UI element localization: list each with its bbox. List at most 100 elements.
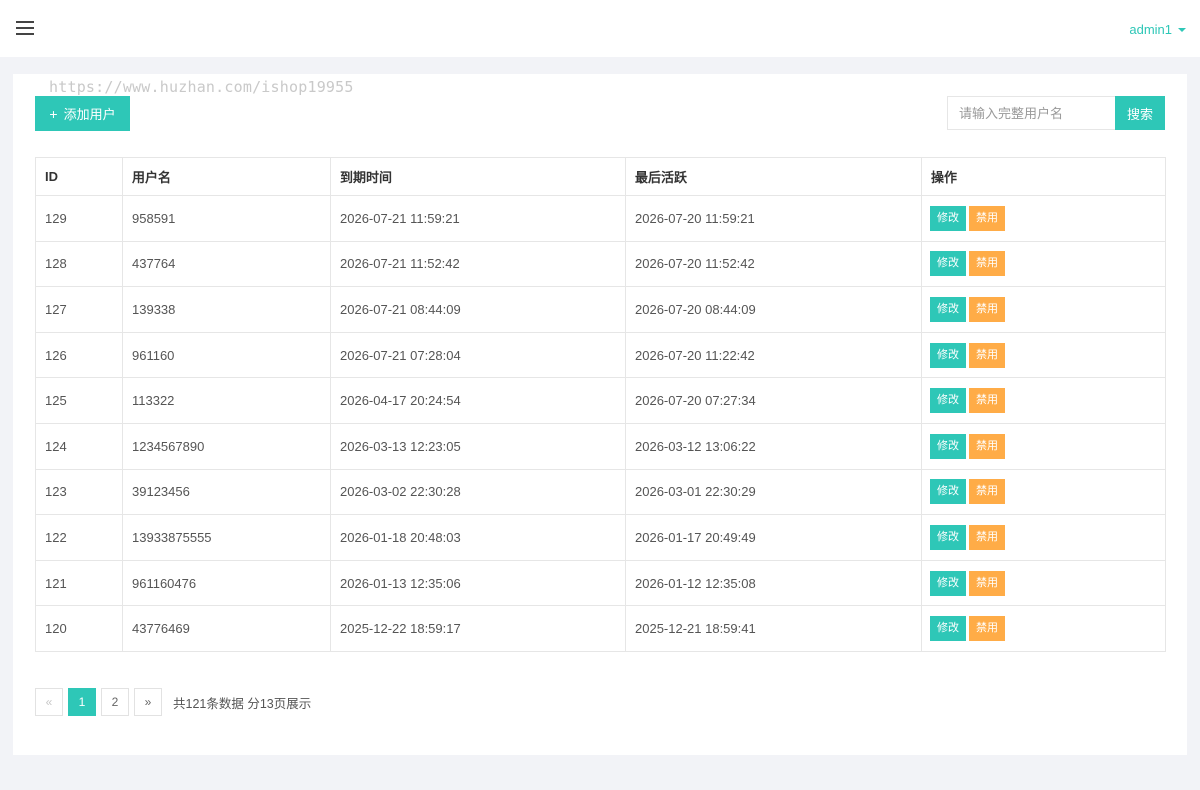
disable-button[interactable]: 禁用: [969, 570, 1005, 596]
cell-expire-time: 2026-03-13 12:23:05: [330, 422, 626, 470]
disable-button[interactable]: 禁用: [969, 479, 1005, 505]
table-row: 127 139338 2026-07-21 08:44:09 2026-07-2…: [35, 286, 1166, 333]
cell-username: 1234567890: [122, 422, 331, 470]
disable-button[interactable]: 禁用: [969, 616, 1005, 642]
table-row: 129 958591 2026-07-21 11:59:21 2026-07-2…: [35, 195, 1166, 242]
cell-username: 13933875555: [122, 514, 331, 561]
cell-expire-time: 2026-07-21 11:59:21: [330, 195, 626, 242]
top-bar: admin1: [0, 0, 1200, 57]
page-button-2[interactable]: 2: [101, 688, 129, 716]
disable-button[interactable]: 禁用: [969, 342, 1005, 368]
username-label: admin1: [1129, 22, 1172, 37]
edit-button[interactable]: 修改: [930, 342, 966, 368]
edit-button[interactable]: 修改: [930, 524, 966, 550]
cell-actions: 修改 禁用: [921, 605, 1166, 652]
cell-expire-time: 2025-12-22 18:59:17: [330, 605, 626, 652]
cell-actions: 修改 禁用: [921, 468, 1166, 516]
next-page-button[interactable]: »: [134, 688, 162, 716]
disable-button[interactable]: 禁用: [969, 433, 1005, 459]
column-header-id: ID: [35, 157, 123, 196]
add-user-label: 添加用户: [63, 107, 116, 122]
username-search-input[interactable]: [947, 96, 1115, 130]
page-button-1[interactable]: 1: [68, 688, 96, 716]
cell-id: 120: [35, 605, 123, 652]
cell-actions: 修改 禁用: [921, 377, 1166, 424]
cell-id: 128: [35, 240, 123, 288]
table-row: 120 43776469 2025-12-22 18:59:17 2025-12…: [35, 605, 1166, 652]
table-row: 121 961160476 2026-01-13 12:35:06 2026-0…: [35, 559, 1166, 607]
cell-last-active: 2026-01-17 20:49:49: [625, 514, 922, 561]
cell-expire-time: 2026-07-21 07:28:04: [330, 331, 626, 379]
cell-last-active: 2026-03-12 13:06:22: [625, 422, 922, 470]
cell-actions: 修改 禁用: [921, 514, 1166, 561]
cell-expire-time: 2026-03-02 22:30:28: [330, 468, 626, 516]
table-row: 126 961160 2026-07-21 07:28:04 2026-07-2…: [35, 331, 1166, 379]
column-header-expire-time: 到期时间: [330, 157, 626, 196]
pagination: « 1 2 » 共121条数据 分13页展示: [35, 688, 311, 716]
cell-username: 961160: [122, 331, 331, 379]
column-header-username: 用户名: [122, 157, 331, 196]
caret-down-icon: [1178, 27, 1186, 32]
table-row: 122 13933875555 2026-01-18 20:48:03 2026…: [35, 514, 1166, 561]
user-table: ID 用户名 到期时间 最后活跃 操作 129 958591 2026-07-2…: [35, 157, 1166, 652]
edit-button[interactable]: 修改: [930, 433, 966, 459]
cell-expire-time: 2026-01-13 12:35:06: [330, 559, 626, 607]
cell-username: 43776469: [122, 605, 331, 652]
cell-actions: 修改 禁用: [921, 559, 1166, 607]
table-row: 124 1234567890 2026-03-13 12:23:05 2026-…: [35, 422, 1166, 470]
edit-button[interactable]: 修改: [930, 479, 966, 505]
cell-id: 126: [35, 331, 123, 379]
cell-last-active: 2026-01-12 12:35:08: [625, 559, 922, 607]
cell-username: 961160476: [122, 559, 331, 607]
table-row: 125 113322 2026-04-17 20:24:54 2026-07-2…: [35, 377, 1166, 424]
disable-button[interactable]: 禁用: [969, 205, 1005, 231]
cell-actions: 修改 禁用: [921, 422, 1166, 470]
disable-button[interactable]: 禁用: [969, 296, 1005, 322]
search-button[interactable]: 搜索: [1115, 96, 1165, 130]
pagination-info: 共121条数据 分13页展示: [173, 696, 312, 711]
cell-expire-time: 2026-07-21 08:44:09: [330, 286, 626, 333]
add-user-button[interactable]: + 添加用户: [35, 96, 130, 131]
cell-expire-time: 2026-01-18 20:48:03: [330, 514, 626, 561]
cell-last-active: 2026-07-20 11:22:42: [625, 331, 922, 379]
cell-id: 127: [35, 286, 123, 333]
cell-username: 437764: [122, 240, 331, 288]
cell-username: 113322: [122, 377, 331, 424]
cell-actions: 修改 禁用: [921, 286, 1166, 333]
hamburger-menu-icon[interactable]: [16, 21, 34, 35]
cell-last-active: 2026-07-20 11:59:21: [625, 195, 922, 242]
cell-actions: 修改 禁用: [921, 331, 1166, 379]
plus-icon: +: [49, 105, 58, 122]
edit-button[interactable]: 修改: [930, 296, 966, 322]
cell-username: 39123456: [122, 468, 331, 516]
cell-last-active: 2026-03-01 22:30:29: [625, 468, 922, 516]
cell-last-active: 2026-07-20 07:27:34: [625, 377, 922, 424]
cell-id: 122: [35, 514, 123, 561]
prev-page-button[interactable]: «: [35, 688, 63, 716]
cell-username: 139338: [122, 286, 331, 333]
disable-button[interactable]: 禁用: [969, 524, 1005, 550]
cell-expire-time: 2026-07-21 11:52:42: [330, 240, 626, 288]
cell-last-active: 2026-07-20 11:52:42: [625, 240, 922, 288]
disable-button[interactable]: 禁用: [969, 251, 1005, 277]
table-row: 123 39123456 2026-03-02 22:30:28 2026-03…: [35, 468, 1166, 516]
table-row: 128 437764 2026-07-21 11:52:42 2026-07-2…: [35, 240, 1166, 288]
column-header-actions: 操作: [921, 157, 1166, 196]
user-menu[interactable]: admin1: [1129, 22, 1186, 37]
cell-username: 958591: [122, 195, 331, 242]
edit-button[interactable]: 修改: [930, 205, 966, 231]
edit-button[interactable]: 修改: [930, 388, 966, 414]
disable-button[interactable]: 禁用: [969, 388, 1005, 414]
cell-id: 125: [35, 377, 123, 424]
cell-actions: 修改 禁用: [921, 240, 1166, 288]
cell-id: 123: [35, 468, 123, 516]
cell-id: 129: [35, 195, 123, 242]
edit-button[interactable]: 修改: [930, 570, 966, 596]
cell-last-active: 2025-12-21 18:59:41: [625, 605, 922, 652]
cell-last-active: 2026-07-20 08:44:09: [625, 286, 922, 333]
edit-button[interactable]: 修改: [930, 616, 966, 642]
cell-id: 124: [35, 422, 123, 470]
edit-button[interactable]: 修改: [930, 251, 966, 277]
cell-actions: 修改 禁用: [921, 195, 1166, 242]
cell-expire-time: 2026-04-17 20:24:54: [330, 377, 626, 424]
